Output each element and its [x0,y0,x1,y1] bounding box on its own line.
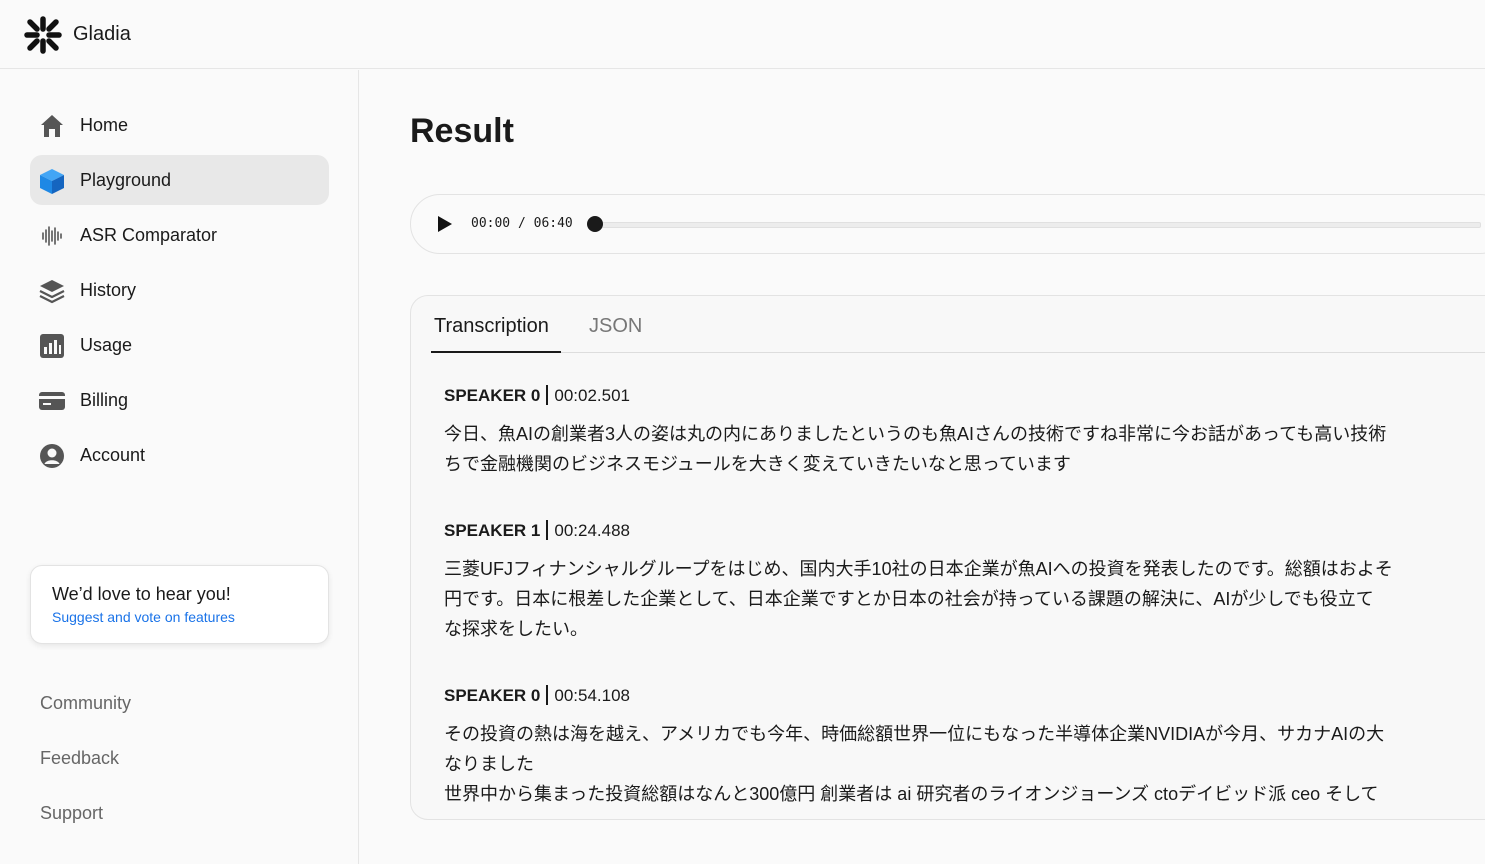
segment-header: SPEAKER 0 00:54.108 [444,685,1485,706]
sidebar-item-label: History [80,280,137,300]
duration: 06:40 [533,216,573,231]
sidebar: Home Playground ASR Comparator History U… [0,70,359,864]
sidebar-item-label: Usage [80,335,133,355]
segment-text: 三菱UFJフィナンシャルグループをはじめ、国内大手10社の日本企業が魚AIへの投… [444,559,1393,639]
segment-timestamp: 00:24.488 [554,521,631,540]
sidebar-item-asr-comparator[interactable]: ASR Comparator [30,210,329,260]
progress-knob[interactable] [587,216,603,232]
segment-timestamp: 00:02.501 [554,386,631,405]
tab-transcription[interactable]: Transcription [434,315,549,338]
credit-card-icon [39,392,65,410]
waveform-icon [42,226,62,246]
home-icon [41,115,63,137]
support-link[interactable]: Support [40,803,103,824]
feedback-link[interactable]: Feedback [40,748,119,769]
segment-header: SPEAKER 0 00:02.501 [444,385,1485,406]
page-title: Result [410,112,514,150]
playback-time: 00:00 / 06:40 [471,216,573,231]
tabs-divider [431,352,1485,353]
current-time: 00:00 [471,216,511,231]
transcript-segment: SPEAKER 0 00:54.108 その投資の熱は海を越え、アメリカでも今年、… [444,685,1485,809]
sidebar-item-label: Account [80,445,146,465]
gladia-logo-icon[interactable] [24,16,62,54]
transcript-segment: SPEAKER 1 00:24.488 三菱UFJフィナンシャルグループをはじめ、… [444,520,1485,644]
layers-icon [39,280,65,304]
sidebar-item-label: ASR Comparator [80,225,218,245]
cube-icon [40,169,64,194]
transcript-segment: SPEAKER 0 00:02.501 今日、魚AIの創業者3人の姿は丸の内にあり… [444,385,1485,479]
play-icon[interactable] [437,215,453,233]
divider [546,685,549,705]
segment-header: SPEAKER 1 00:24.488 [444,520,1485,541]
sidebar-item-home[interactable]: Home [30,100,329,150]
sidebar-item-billing[interactable]: Billing [30,375,329,425]
sidebar-item-label: Billing [80,390,129,410]
sidebar-item-label: Home [80,115,129,135]
segment-text: 今日、魚AIの創業者3人の姿は丸の内にありましたというのも魚AIさんの技術ですね… [444,424,1387,474]
speaker-label: SPEAKER 1 [444,521,541,540]
time-separator: / [517,216,526,231]
sidebar-item-playground[interactable]: Playground [30,155,329,205]
sidebar-item-account[interactable]: Account [30,430,329,480]
sidebar-item-history[interactable]: History [30,265,329,315]
progress-track[interactable] [595,222,1481,228]
top-bar: Gladia [0,0,1485,69]
sidebar-item-label: Playground [80,170,172,190]
result-panel: Transcription JSON SPEAKER 0 00:02.501 今日… [410,295,1485,820]
feedback-card-title: We’d love to hear you! [52,584,231,604]
segment-timestamp: 00:54.108 [554,686,631,705]
bar-chart-icon [40,334,64,358]
community-link[interactable]: Community [40,693,131,714]
segment-text: その投資の熱は海を越え、アメリカでも今年、時価総額世界一位にもなった半導体企業N… [444,724,1385,804]
brand-name: Gladia [73,23,131,45]
divider [546,520,549,540]
divider [546,385,549,405]
feedback-card[interactable]: We’d love to hear you! Suggest and vote … [30,565,329,644]
audio-player: 00:00 / 06:40 [410,194,1485,254]
sidebar-item-usage[interactable]: Usage [30,320,329,370]
speaker-label: SPEAKER 0 [444,386,541,405]
user-circle-icon [40,444,64,468]
suggest-features-link[interactable]: Suggest and vote on features [52,609,235,625]
speaker-label: SPEAKER 0 [444,686,541,705]
active-tab-indicator [431,351,561,353]
tab-json[interactable]: JSON [589,315,642,338]
